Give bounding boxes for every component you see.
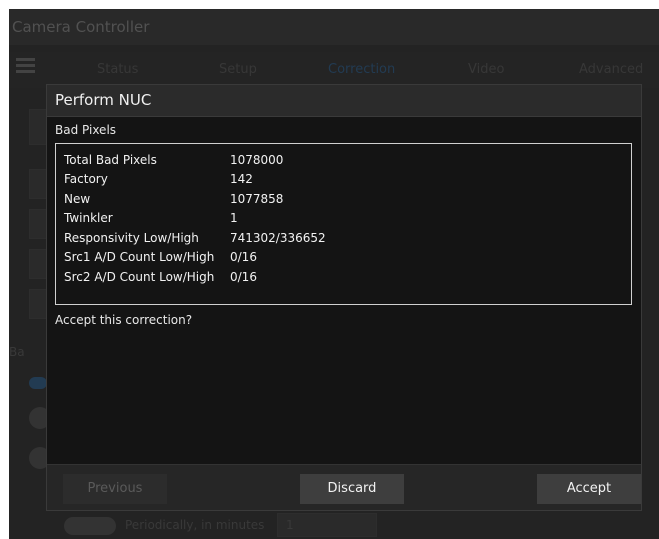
stat-value: 0/16 — [230, 269, 257, 284]
stat-label: Twinkler — [64, 211, 113, 226]
perform-nuc-dialog: Perform NUC Bad Pixels Total Bad Pixels … — [46, 84, 642, 511]
stat-label: Src1 A/D Count Low/High — [64, 250, 215, 265]
stat-label: Responsivity Low/High — [64, 230, 199, 245]
camera-controller-window: Camera Controller Status Setup Correctio… — [9, 9, 659, 539]
stat-label: Total Bad Pixels — [64, 152, 157, 167]
dialog-footer: Previous Discard Accept — [47, 464, 641, 510]
confirm-question: Accept this correction? — [55, 313, 193, 327]
section-title: Bad Pixels — [55, 123, 117, 137]
stat-value: 1078000 — [230, 152, 284, 167]
stat-label: Src2 A/D Count Low/High — [64, 269, 215, 284]
stat-value: 741302/336652 — [230, 230, 326, 245]
stat-row: Src2 A/D Count Low/High 0/16 — [64, 267, 631, 287]
stat-row: Responsivity Low/High 741302/336652 — [64, 228, 631, 248]
previous-button[interactable]: Previous — [63, 474, 167, 504]
accept-button[interactable]: Accept — [537, 474, 641, 504]
discard-button[interactable]: Discard — [300, 474, 404, 504]
dialog-title: Perform NUC — [47, 85, 641, 117]
stat-value: 0/16 — [230, 250, 257, 265]
stat-label: Factory — [64, 172, 108, 187]
stat-row: New 1077858 — [64, 189, 631, 209]
stat-row: Src1 A/D Count Low/High 0/16 — [64, 248, 631, 268]
stat-label: New — [64, 191, 91, 206]
stat-value: 142 — [230, 172, 253, 187]
stat-row: Factory 142 — [64, 170, 631, 190]
stat-row: Twinkler 1 — [64, 209, 631, 229]
stat-value: 1 — [230, 211, 238, 226]
bad-pixels-table: Total Bad Pixels 1078000 Factory 142 New… — [55, 143, 632, 305]
stat-row: Total Bad Pixels 1078000 — [64, 150, 631, 170]
stat-value: 1077858 — [230, 191, 284, 206]
